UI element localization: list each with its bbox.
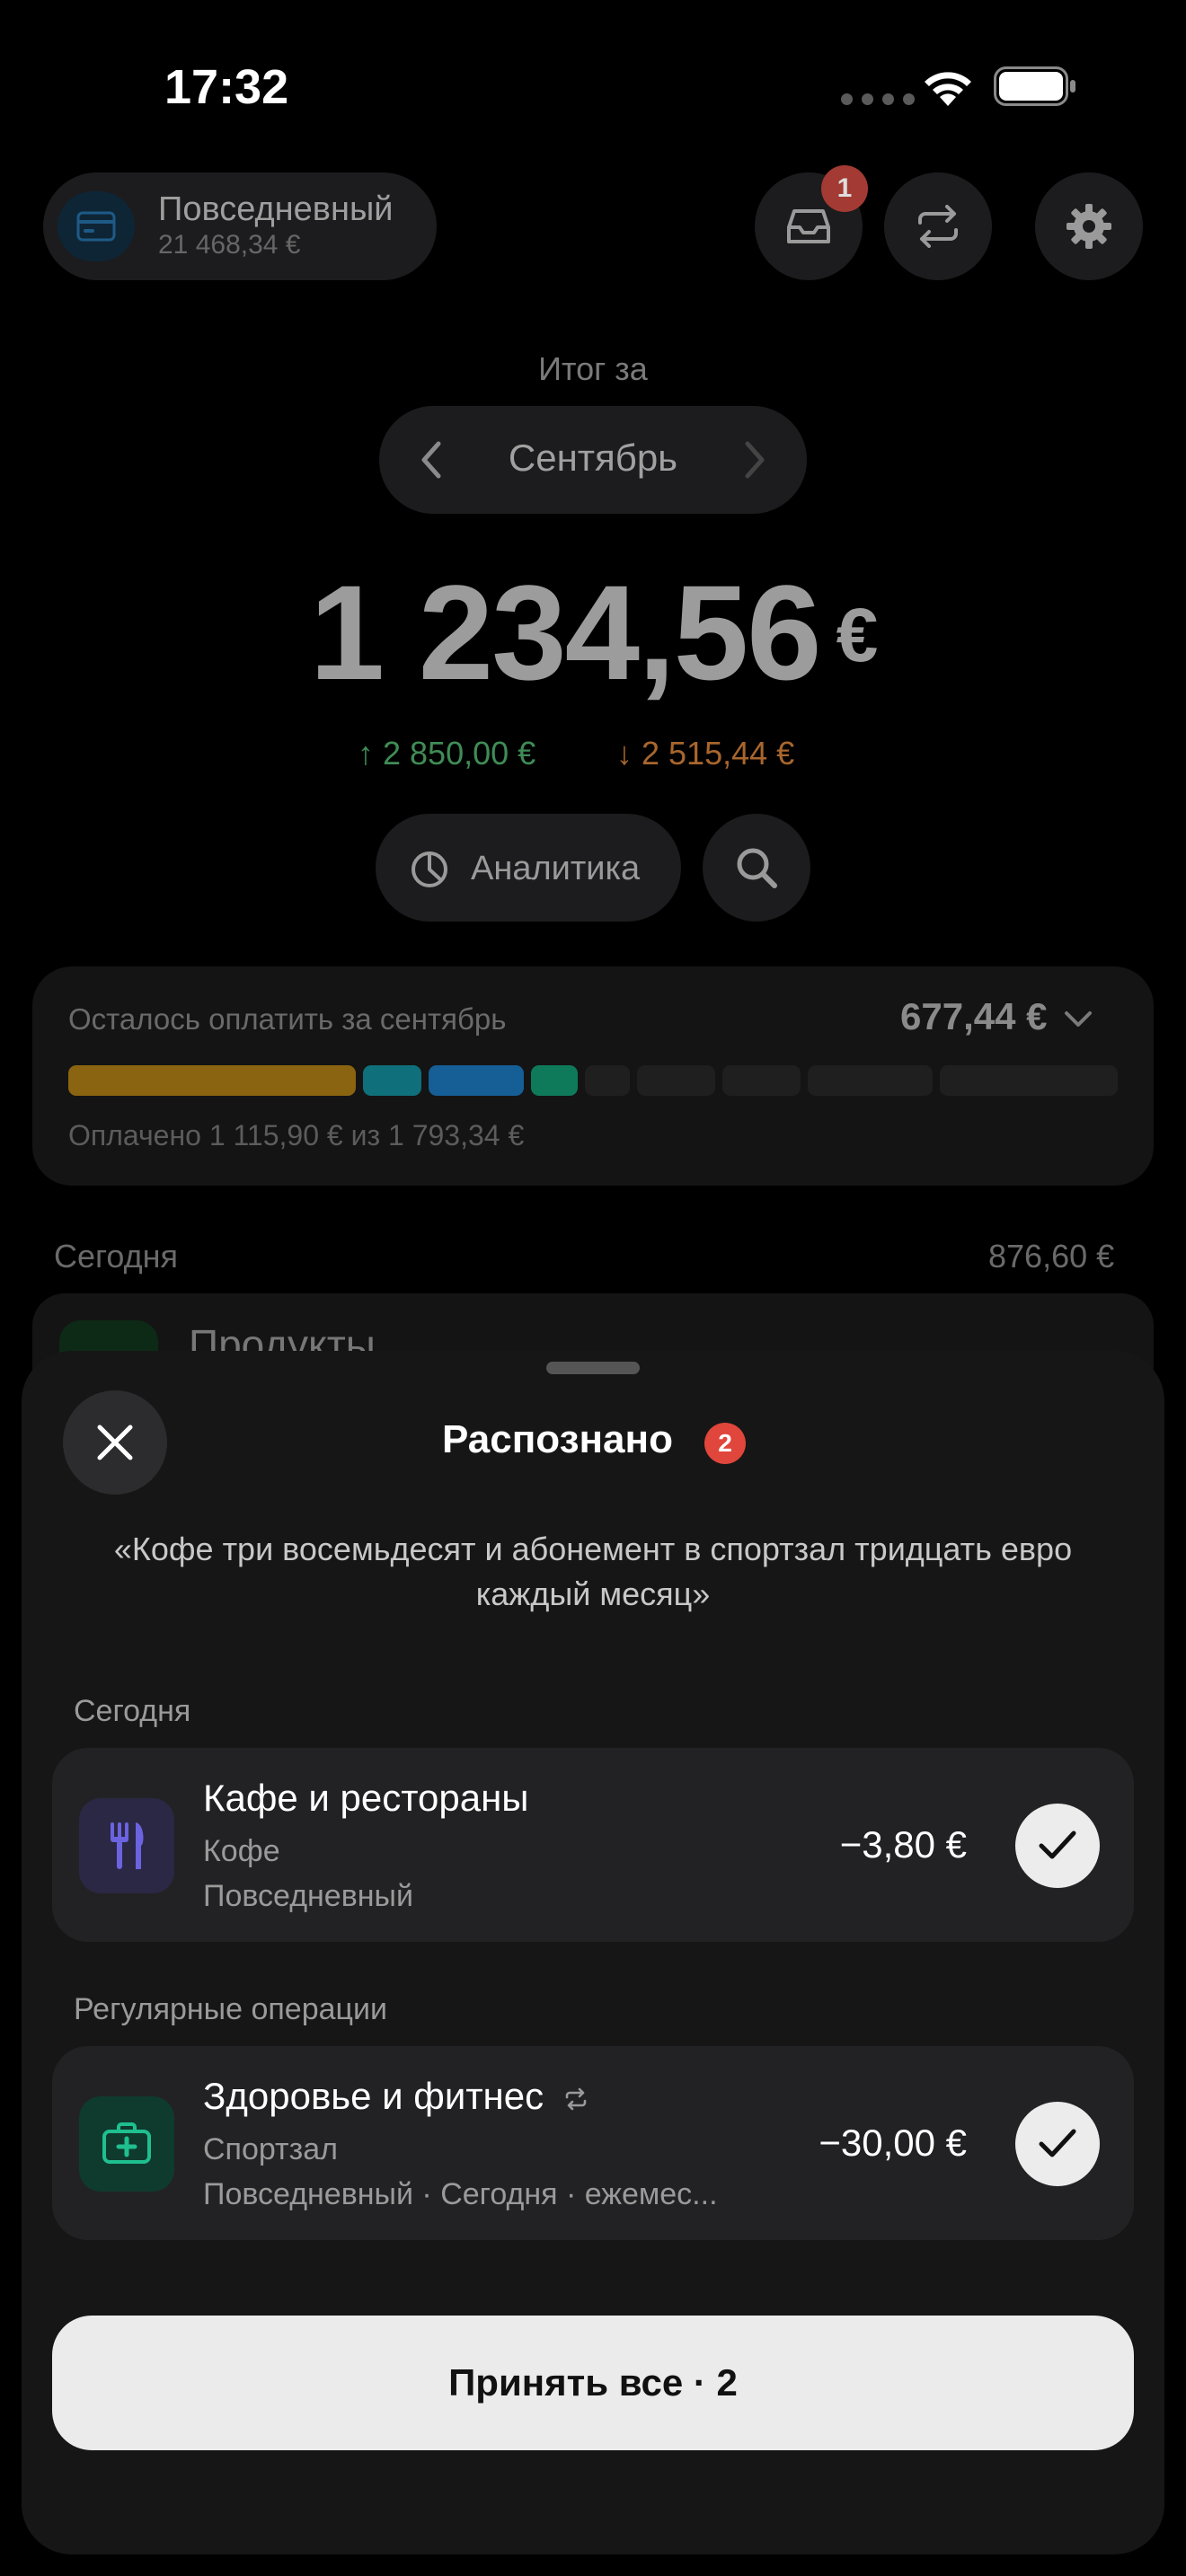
fork-knife-icon — [79, 1798, 174, 1893]
progress-segment — [636, 1065, 715, 1096]
progress-segment — [68, 1065, 357, 1096]
transaction-meta: Повседневный — [203, 1879, 413, 1913]
close-icon — [97, 1425, 133, 1460]
period-label: Итог за — [538, 350, 648, 387]
accept-all-button[interactable]: Принять все · 2 — [52, 2316, 1134, 2450]
progress-segment — [363, 1065, 421, 1096]
progress-segment — [428, 1065, 525, 1096]
total-currency: € — [836, 593, 879, 677]
checkmark-icon — [1039, 1831, 1076, 1859]
transaction-category: Кафе и рестораны — [203, 1777, 529, 1819]
payments-title: Осталось оплатить за сентябрь — [68, 1002, 507, 1036]
account-balance: 21 468,34 € — [158, 230, 301, 260]
arrow-down-icon: ↓ — [616, 735, 633, 772]
sheet-title: Распознано — [442, 1417, 673, 1461]
inbox-tray-icon — [787, 209, 830, 243]
list-section-today-sum: 876,60 € — [988, 1238, 1115, 1275]
sheet-grabber[interactable] — [546, 1362, 640, 1374]
arrow-up-icon: ↑ — [358, 735, 374, 772]
total-amount: 1 234,56 — [309, 557, 822, 708]
recurring-button[interactable] — [884, 172, 992, 280]
list-section-today: Сегодня — [54, 1238, 178, 1275]
payments-progress-bar — [68, 1065, 1118, 1096]
battery-icon — [994, 66, 1075, 106]
chevron-right-icon[interactable] — [740, 440, 767, 480]
progress-segment — [807, 1065, 933, 1096]
confirm-checkbox[interactable] — [1015, 1804, 1100, 1888]
transaction-meta: Повседневный · Сегодня · ежемес... — [203, 2177, 718, 2211]
close-button[interactable] — [63, 1390, 167, 1495]
transaction-category: Здоровье и фитнес — [203, 2075, 589, 2118]
wifi-icon — [925, 72, 971, 106]
repeat-icon — [565, 2087, 587, 2111]
cellular-signal-icon — [841, 93, 915, 105]
progress-segment — [939, 1065, 1118, 1096]
repeat-arrows-icon — [918, 205, 958, 248]
account-name: Повседневный — [158, 190, 394, 228]
section-recurring: Регулярные операции — [74, 1992, 387, 2026]
status-time: 17:32 — [164, 60, 289, 114]
inbox-badge: 1 — [821, 165, 868, 212]
payments-paid-text: Оплачено 1 115,90 € из 1 793,34 € — [68, 1119, 525, 1151]
card-icon — [58, 191, 135, 261]
search-icon — [737, 848, 777, 888]
recognized-count-badge: 2 — [704, 1423, 746, 1464]
voice-transcript: «Кофе три восемьдесят и абонемент в спор… — [113, 1531, 1073, 1612]
gear-icon — [1067, 204, 1111, 249]
analytics-label: Аналитика — [471, 850, 641, 887]
section-today: Сегодня — [74, 1694, 191, 1728]
transaction-amount: −30,00 € — [819, 2122, 967, 2164]
income-total: ↑ 2 850,00 € — [358, 735, 536, 772]
settings-button[interactable] — [1035, 172, 1143, 280]
pie-chart-icon — [412, 851, 447, 887]
first-aid-kit-icon — [79, 2096, 174, 2192]
checkmark-icon — [1039, 2129, 1076, 2157]
confirm-checkbox[interactable] — [1015, 2102, 1100, 2186]
payments-remaining: 677,44 € — [900, 995, 1093, 1038]
progress-segment — [721, 1065, 801, 1096]
search-button[interactable] — [703, 814, 810, 922]
progress-segment — [585, 1065, 630, 1096]
chevron-down-icon — [1065, 1010, 1093, 1027]
progress-segment — [531, 1065, 579, 1096]
transaction-note: Кофе — [203, 1834, 280, 1868]
period-total: 1 234,56 € — [0, 555, 1186, 710]
transaction-note: Спортзал — [203, 2132, 338, 2166]
expense-total: ↓ 2 515,44 € — [616, 735, 795, 772]
transaction-amount: −3,80 € — [839, 1823, 967, 1866]
